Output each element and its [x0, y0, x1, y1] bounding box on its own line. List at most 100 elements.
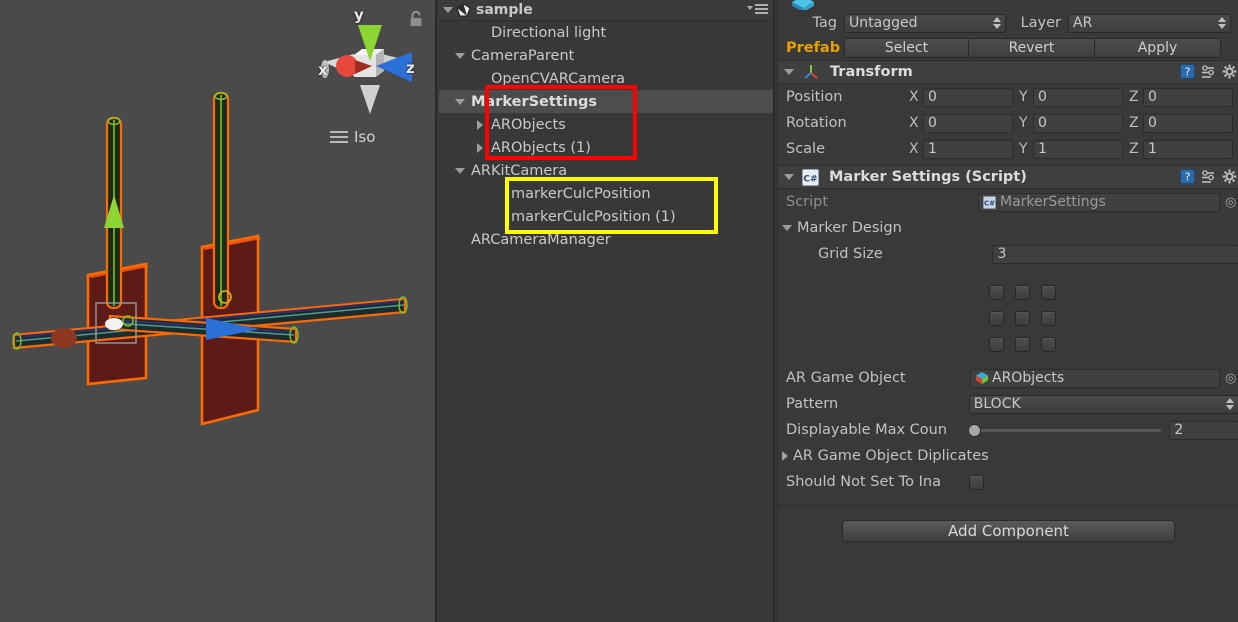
layer-dropdown[interactable]: AR	[1068, 13, 1231, 33]
hierarchy-item-cameraparent[interactable]: CameraParent	[439, 44, 773, 67]
preset-icon[interactable]	[1201, 169, 1216, 184]
transform-rotation-z-input[interactable]: 0	[1143, 113, 1233, 133]
marker-grid-checkbox[interactable]	[988, 310, 1004, 326]
vector3-field[interactable]: X0Y0Z0	[909, 87, 1238, 107]
hierarchy-item-directional-light[interactable]: Directional light	[439, 21, 773, 44]
marker-pattern-grid[interactable]	[983, 279, 1061, 357]
object-picker-icon[interactable]: ◎	[1225, 195, 1236, 210]
transform-rotation-row[interactable]: Rotation X 0 Y 0 Z 0	[778, 110, 1238, 136]
displayable-max-count-input[interactable]: 2	[1169, 420, 1238, 440]
chevron-down-icon[interactable]	[453, 167, 466, 174]
marker-grid-checkbox[interactable]	[1040, 284, 1056, 300]
displayable-max-count-row[interactable]: Displayable Max Coun 2	[778, 417, 1238, 443]
hierarchy-scene-header[interactable]: sample	[439, 0, 773, 21]
displayable-max-count-slider[interactable]	[967, 423, 1162, 437]
prefab-select-button[interactable]: Select	[844, 38, 969, 58]
marker-grid-cell-6[interactable]	[983, 331, 1009, 357]
scene-view-panel[interactable]: y x z Iso	[0, 0, 437, 622]
hierarchy-item-arkitcamera[interactable]: ARKitCamera	[439, 159, 773, 182]
chevron-down-icon[interactable]	[784, 69, 794, 75]
should-not-set-to-inactive-checkbox[interactable]	[969, 474, 984, 490]
ar-game-object-field[interactable]: ARObjects	[970, 368, 1220, 388]
marker-grid-cell-2[interactable]	[1035, 279, 1061, 305]
vector3-field[interactable]: X1Y1Z1	[909, 139, 1238, 159]
marker-grid-cell-8[interactable]	[1035, 331, 1061, 357]
chevron-right-icon[interactable]	[473, 119, 486, 130]
marker-settings-component-header[interactable]: C# Marker Settings (Script) ?	[778, 165, 1238, 189]
hierarchy-item-arcameramanager[interactable]: ARCameraManager	[439, 228, 773, 251]
script-row[interactable]: Script C# MarkerSettings ◎	[778, 189, 1238, 215]
chevron-down-icon[interactable]	[453, 98, 466, 105]
transform-scale-row[interactable]: Scale X 1 Y 1 Z 1	[778, 136, 1238, 162]
object-picker-icon[interactable]: ◎	[1225, 371, 1236, 386]
hierarchy-item-arobjects[interactable]: ARObjects	[439, 113, 773, 136]
transform-position-x-input[interactable]: 0	[923, 87, 1013, 107]
marker-grid-cell-7[interactable]	[1009, 331, 1035, 357]
marker-grid-checkbox[interactable]	[1040, 336, 1056, 352]
marker-grid-cell-0[interactable]	[983, 279, 1009, 305]
vector3-field[interactable]: X0Y0Z0	[909, 113, 1238, 133]
chevron-down-icon[interactable]	[782, 225, 792, 231]
help-icon[interactable]: ?	[1180, 64, 1195, 79]
transform-position-y-input[interactable]: 0	[1033, 87, 1123, 107]
hierarchy-item-markerculcposition[interactable]: markerCulcPosition	[439, 182, 773, 205]
marker-grid-checkbox[interactable]	[1014, 310, 1030, 326]
chevron-down-icon[interactable]	[784, 174, 794, 180]
marker-grid-cell-4[interactable]	[1009, 305, 1035, 331]
hierarchy-tree[interactable]: Directional light CameraParent OpenCVARCam…	[439, 21, 773, 251]
inspector-panel[interactable]: Tag Untagged Layer AR Prefab Select Reve…	[777, 0, 1238, 622]
marker-grid-cell-1[interactable]	[1009, 279, 1035, 305]
chevron-right-icon[interactable]	[473, 142, 486, 153]
hierarchy-item-markersettings[interactable]: MarkerSettings	[439, 90, 773, 113]
chevron-down-icon[interactable]	[443, 7, 453, 13]
marker-design-foldout[interactable]: Marker Design	[778, 215, 1238, 241]
component-header-icons[interactable]: ?	[1180, 169, 1237, 184]
grid-size-input[interactable]: 3	[992, 244, 1238, 264]
should-not-set-to-inactive-row[interactable]: Should Not Set To Ina	[778, 469, 1238, 495]
gizmo-axis-x-label[interactable]: x	[318, 61, 328, 79]
transform-scale-z-input[interactable]: 1	[1143, 139, 1233, 159]
transform-scale-x-input[interactable]: 1	[923, 139, 1013, 159]
pattern-dropdown[interactable]: BLOCK	[968, 394, 1238, 414]
chevron-down-icon[interactable]	[453, 52, 466, 59]
hierarchy-menu-button[interactable]	[747, 4, 768, 14]
preset-icon[interactable]	[1201, 64, 1216, 79]
hierarchy-item-arobjects-1[interactable]: ARObjects (1)	[439, 136, 773, 159]
transform-component-header[interactable]: Transform ?	[778, 60, 1238, 84]
add-component-button[interactable]: Add Component	[842, 520, 1175, 542]
marker-grid-checkbox[interactable]	[988, 284, 1004, 300]
hierarchy-item-opencvarcamera[interactable]: OpenCVARCamera	[439, 67, 773, 90]
transform-rotation-x-input[interactable]: 0	[923, 113, 1013, 133]
transform-scale-y-input[interactable]: 1	[1033, 139, 1123, 159]
script-object-field[interactable]: C# MarkerSettings	[978, 192, 1220, 212]
marker-grid-checkbox[interactable]	[1014, 284, 1030, 300]
lock-icon[interactable]	[408, 10, 424, 28]
gear-icon[interactable]	[1222, 169, 1237, 184]
gear-icon[interactable]	[1222, 64, 1237, 79]
slider-handle[interactable]	[967, 423, 981, 437]
tag-layer-row[interactable]: Tag Untagged Layer AR	[778, 10, 1238, 36]
hierarchy-panel[interactable]: sample Directional light CameraParent Open…	[439, 0, 775, 622]
chevron-right-icon[interactable]	[782, 451, 788, 461]
gizmo-axis-y-label[interactable]: y	[354, 6, 364, 24]
slider-track[interactable]	[980, 428, 1162, 432]
ar-game-object-duplicates-foldout[interactable]: AR Game Object Diplicates	[778, 443, 1238, 469]
marker-grid-wrapper[interactable]	[778, 267, 1238, 365]
transform-rotation-y-input[interactable]: 0	[1033, 113, 1123, 133]
hierarchy-item-markerculcposition-1[interactable]: markerCulcPosition (1)	[439, 205, 773, 228]
pattern-row[interactable]: Pattern BLOCK	[778, 391, 1238, 417]
ar-game-object-row[interactable]: AR Game Object ARObjects ◎	[778, 365, 1238, 391]
tag-dropdown[interactable]: Untagged	[844, 13, 1006, 33]
scene-orientation-gizmo[interactable]: y x z Iso	[310, 4, 430, 164]
scene-projection-toggle[interactable]: Iso	[330, 128, 375, 146]
prefab-revert-button[interactable]: Revert	[969, 38, 1095, 58]
component-header-icons[interactable]: ?	[1180, 64, 1237, 79]
prefab-row[interactable]: Prefab Select Revert Apply	[778, 36, 1238, 60]
marker-grid-checkbox[interactable]	[1040, 310, 1056, 326]
prefab-apply-button[interactable]: Apply	[1095, 38, 1221, 58]
grid-size-row[interactable]: Grid Size 3	[778, 241, 1238, 267]
transform-position-row[interactable]: Position X 0 Y 0 Z 0	[778, 84, 1238, 110]
marker-grid-cell-3[interactable]	[983, 305, 1009, 331]
gizmo-axis-z-label[interactable]: z	[406, 59, 415, 77]
help-icon[interactable]: ?	[1180, 169, 1195, 184]
